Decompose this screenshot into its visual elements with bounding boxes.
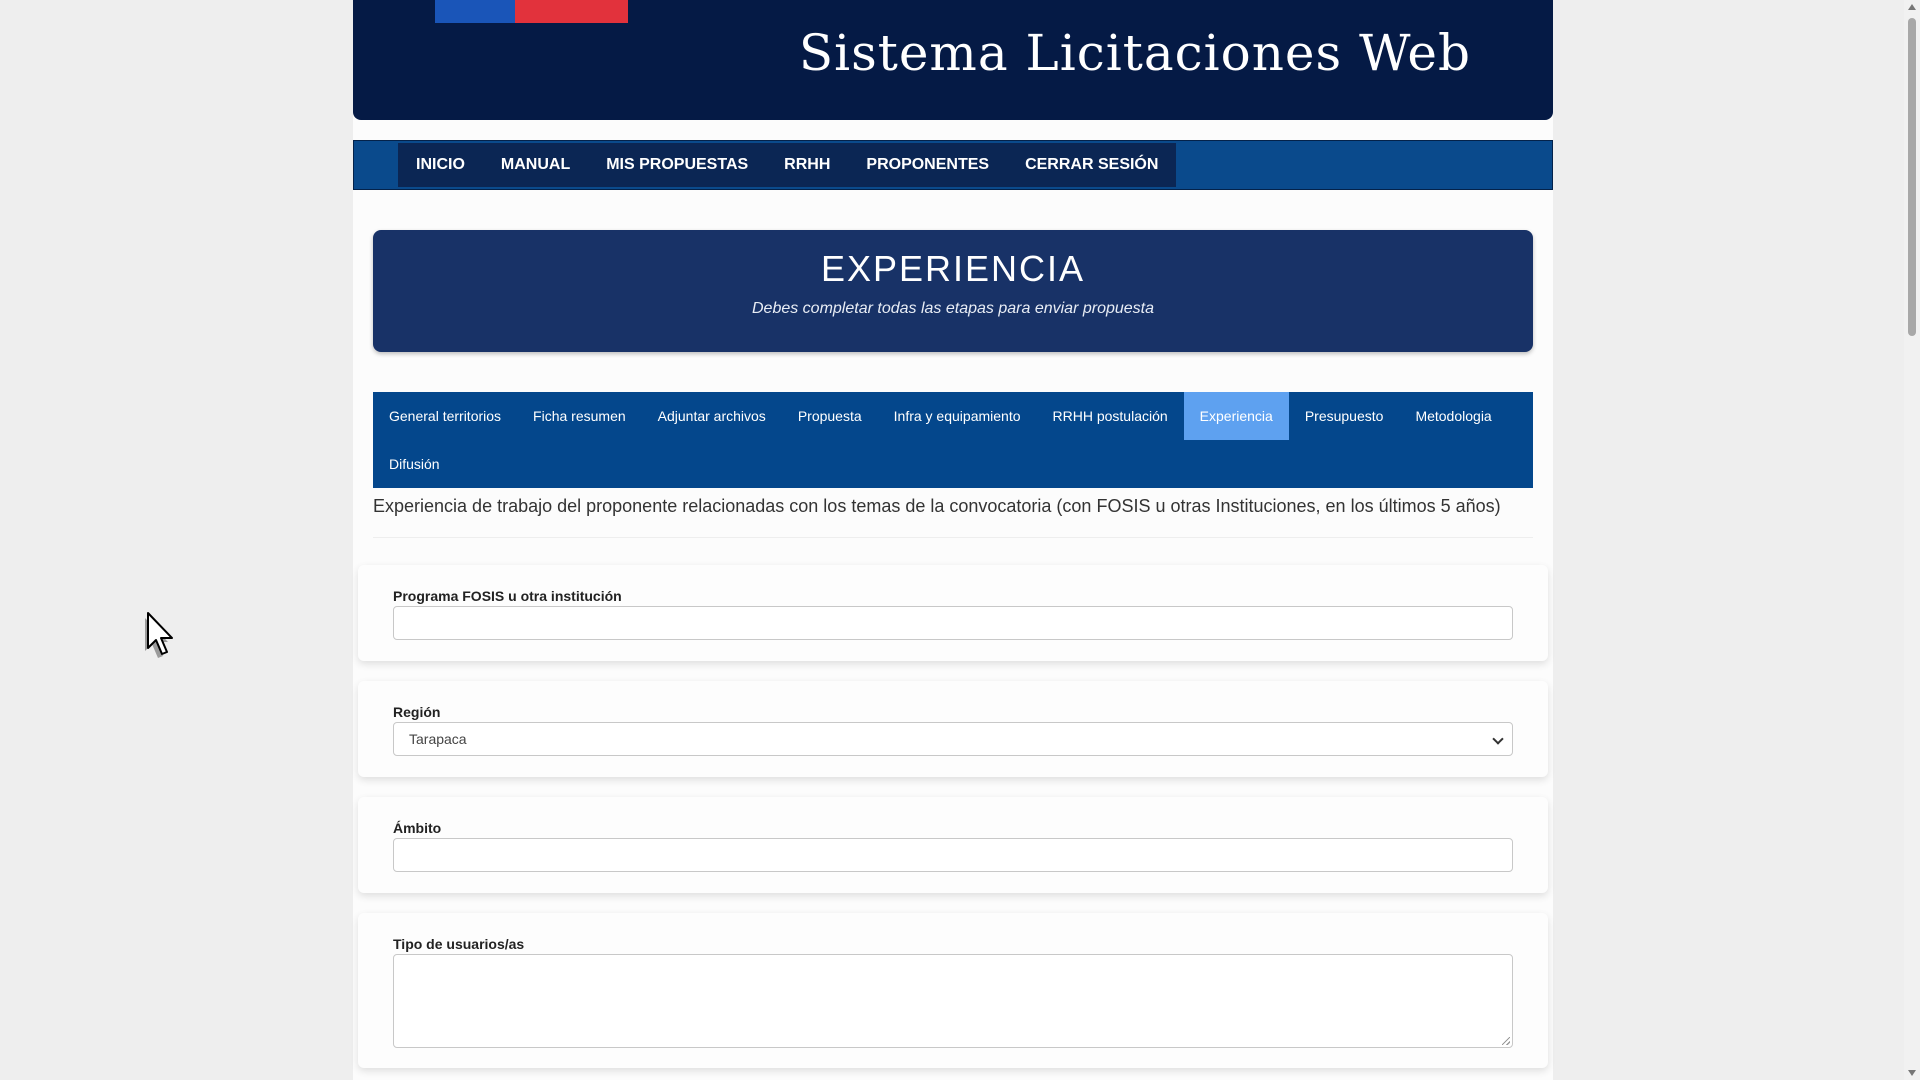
mouse-pointer-icon <box>145 612 173 658</box>
programa-input[interactable] <box>393 606 1513 640</box>
chevron-down-icon <box>1492 733 1504 745</box>
tab-metodologia[interactable]: Metodologia <box>1399 392 1507 440</box>
programa-label: Programa FOSIS u otra institución <box>393 588 622 604</box>
flag-red-stripe <box>515 0 628 23</box>
page-subtitle: Debes completar todas las etapas para en… <box>751 300 1154 317</box>
region-select[interactable]: Tarapaca <box>393 722 1513 756</box>
tab-ficha-resumen[interactable]: Ficha resumen <box>517 392 642 440</box>
nav-item-inicio[interactable]: INICIO <box>416 156 465 174</box>
main-navbar: INICIO MANUAL MIS PROPUESTAS RRHH PROPON… <box>353 140 1553 190</box>
nav-item-rrhh[interactable]: RRHH <box>784 156 830 174</box>
site-banner: Sistema Licitaciones Web <box>353 0 1553 120</box>
field-card-programa: Programa FOSIS u otra institución <box>358 565 1548 661</box>
region-selected-value: Tarapaca <box>409 731 467 747</box>
scroll-up-arrow-icon[interactable] <box>1908 4 1916 10</box>
divider <box>373 537 1533 538</box>
tab-general-territorios[interactable]: General territorios <box>373 392 517 440</box>
field-card-tipo-usuarios: Tipo de usuarios/as <box>358 913 1548 1068</box>
scroll-down-arrow-icon[interactable] <box>1908 1070 1916 1076</box>
section-description: Experiencia de trabajo del proponente re… <box>373 496 1501 516</box>
nav-item-manual[interactable]: MANUAL <box>501 156 570 174</box>
section-header: EXPERIENCIA Debes completar todas las et… <box>373 230 1533 352</box>
field-card-region: Región Tarapaca <box>358 681 1548 777</box>
tab-experiencia[interactable]: Experiencia <box>1183 392 1289 440</box>
nav-item-proponentes[interactable]: PROPONENTES <box>866 156 989 174</box>
flag-blue-stripe <box>435 0 515 23</box>
page-title: EXPERIENCIA <box>820 248 1086 289</box>
tab-rrhh-postulacion[interactable]: RRHH postulación <box>1037 392 1184 440</box>
nav-item-mis-propuestas[interactable]: MIS PROPUESTAS <box>606 156 748 174</box>
page-scrollbar[interactable] <box>1904 0 1920 1080</box>
tab-propuesta[interactable]: Propuesta <box>782 392 878 440</box>
region-label: Región <box>393 704 441 720</box>
tab-infra-equipamiento[interactable]: Infra y equipamiento <box>878 392 1037 440</box>
tab-row: Difusión <box>373 440 1533 488</box>
field-card-ambito: Ámbito <box>358 797 1548 893</box>
nav-menu: INICIO MANUAL MIS PROPUESTAS RRHH PROPON… <box>398 143 1177 187</box>
tab-difusion[interactable]: Difusión <box>373 440 456 488</box>
ambito-input[interactable] <box>393 838 1513 872</box>
tab-row: General territorios Ficha resumen Adjunt… <box>373 392 1533 440</box>
nav-item-cerrar-sesion[interactable]: CERRAR SESIÓN <box>1025 156 1158 174</box>
page-container: Sistema Licitaciones Web INICIO MANUAL M… <box>353 0 1553 1080</box>
ambito-label: Ámbito <box>393 820 442 836</box>
site-title: Sistema Licitaciones Web <box>798 24 1471 82</box>
stage-tabs: General territorios Ficha resumen Adjunt… <box>373 392 1533 488</box>
tipo-usuarios-label: Tipo de usuarios/as <box>393 936 525 952</box>
scrollbar-thumb[interactable] <box>1908 18 1916 336</box>
resize-handle-icon[interactable] <box>1502 1037 1510 1045</box>
tipo-usuarios-textarea[interactable] <box>393 954 1513 1048</box>
tab-presupuesto[interactable]: Presupuesto <box>1289 392 1400 440</box>
tab-adjuntar-archivos[interactable]: Adjuntar archivos <box>642 392 782 440</box>
